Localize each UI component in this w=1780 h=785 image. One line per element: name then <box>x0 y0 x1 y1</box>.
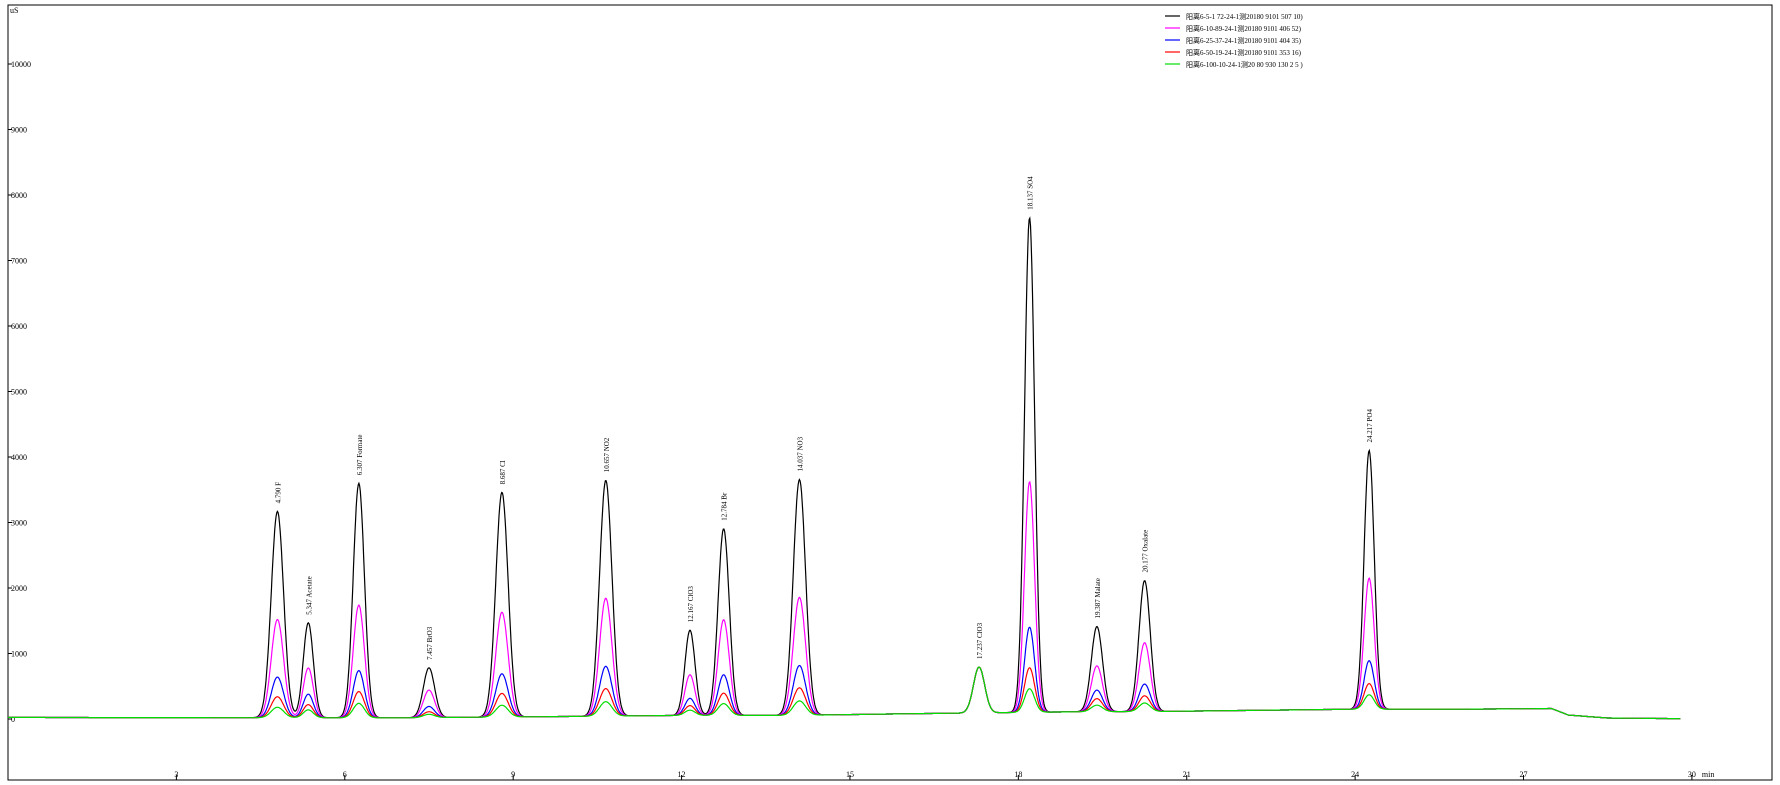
y-tick-label: 9000 <box>11 126 27 135</box>
peak-label: 20.177 Oxalate <box>1142 530 1150 573</box>
legend-entry: 阳离6-100-10-24-1测20 80 930 130 2 5 ) <box>1186 60 1303 69</box>
x-tick-label: 27 <box>1520 770 1528 779</box>
peak-label: 12.784 Br <box>721 492 729 521</box>
y-tick-label: 10000 <box>11 60 31 69</box>
y-tick-label: 1000 <box>11 650 27 659</box>
y-tick-label: 3000 <box>11 519 27 528</box>
x-tick-label: 30 <box>1688 770 1696 779</box>
y-tick-label: 0 <box>11 715 15 724</box>
x-tick-label: 24 <box>1351 770 1359 779</box>
legend-entry: 阳离6-50-19-24-1测20180 9101 353 16) <box>1186 48 1302 57</box>
peak-label: 14.037 NO3 <box>796 436 804 471</box>
y-tick-label: 2000 <box>11 584 27 593</box>
legend-entry: 阳离6-25-37-24-1测20180 9101 404 35) <box>1186 36 1302 45</box>
x-tick-label: 18 <box>1014 770 1022 779</box>
chromatogram-chart: uSmin10000900080007000600050004000300020… <box>0 0 1780 785</box>
peak-label: 17.237 ClO3 <box>976 622 984 659</box>
peak-label: 5.347 Acetate <box>305 576 313 615</box>
chart-legend: 阳离6-5-1 72-24-1测20180 9101 507 10) 阳离6-10… <box>1165 12 1303 69</box>
x-tick-label: 21 <box>1183 770 1191 779</box>
y-tick-label: 8000 <box>11 191 27 200</box>
peak-label: 12.167 ClO3 <box>687 586 695 623</box>
y-tick-label: 4000 <box>11 453 27 462</box>
x-tick-label: 3 <box>174 770 178 779</box>
y-axis-label: uS <box>10 6 18 15</box>
legend-entry: 阳离6-10-89-24-1测20180 9101 406 52) <box>1186 24 1302 33</box>
peak-label: 10.657 NO2 <box>603 437 611 472</box>
peak-label: 8.687 Cl <box>499 460 507 484</box>
peak-label: 4.790 F <box>274 482 282 504</box>
legend-entry: 阳离6-5-1 72-24-1测20180 9101 507 10) <box>1186 12 1303 21</box>
y-tick-label: 6000 <box>11 322 27 331</box>
peak-label: 6.307 Formate <box>356 434 364 475</box>
x-tick-label: 12 <box>678 770 686 779</box>
x-tick-label: 6 <box>343 770 347 779</box>
x-tick-label: 9 <box>511 770 515 779</box>
peak-label: 7.457 BrO3 <box>426 626 434 660</box>
x-tick-label: 15 <box>846 770 854 779</box>
x-axis-label: min <box>1702 770 1714 779</box>
peak-label: 18.137 SO4 <box>1027 176 1035 210</box>
y-tick-label: 5000 <box>11 388 27 397</box>
peak-label: 24.217 PO4 <box>1366 409 1374 443</box>
y-tick-label: 7000 <box>11 257 27 266</box>
peak-label: 19.387 Malate <box>1094 578 1102 618</box>
